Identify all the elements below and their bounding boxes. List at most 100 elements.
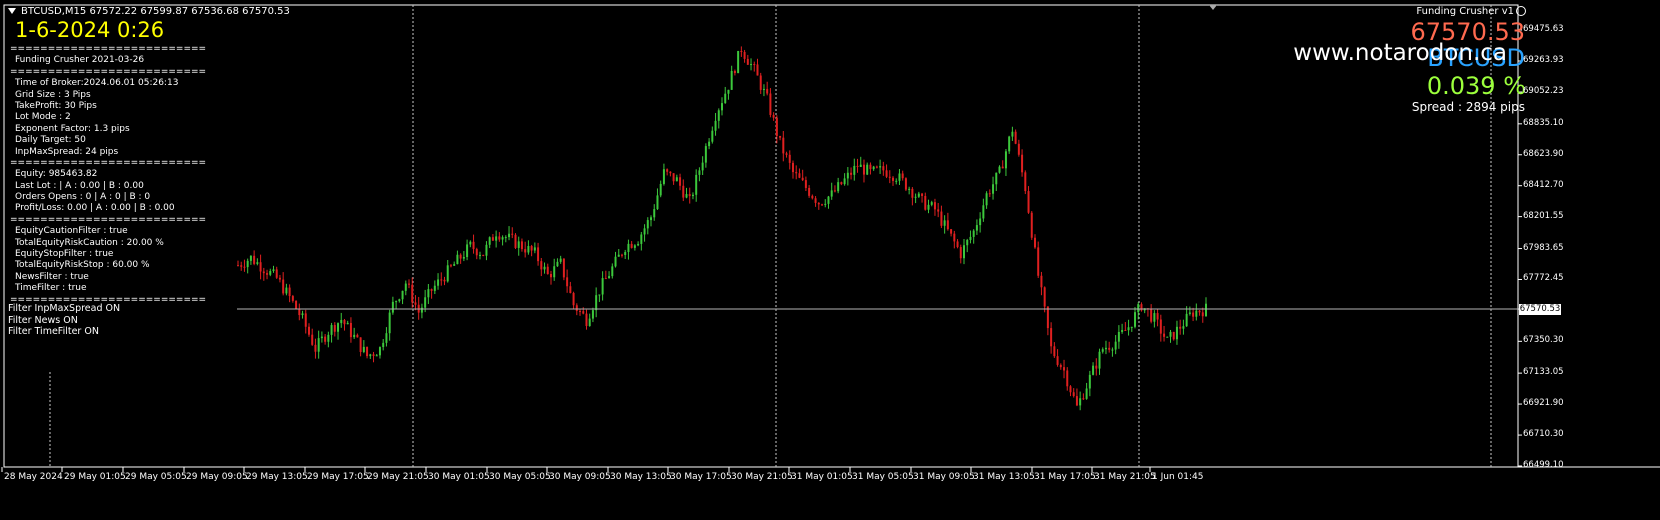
candle-body bbox=[1198, 310, 1201, 313]
candle-body bbox=[524, 249, 527, 253]
candle-body bbox=[249, 255, 252, 261]
candle-body bbox=[562, 258, 565, 278]
filter-line: Filter InpMaxSpread ON bbox=[8, 303, 121, 314]
candle-body bbox=[517, 241, 520, 248]
candle-body bbox=[1050, 328, 1053, 347]
candle-body bbox=[750, 64, 753, 66]
plot-area[interactable] bbox=[0, 0, 1660, 520]
candle-body bbox=[1075, 396, 1078, 406]
candle-body bbox=[769, 93, 772, 115]
candle-body bbox=[1108, 347, 1111, 350]
candle-body bbox=[869, 164, 872, 170]
candle-body bbox=[553, 266, 556, 278]
candle-body bbox=[688, 194, 691, 197]
percent-change: 0.039 % bbox=[1426, 72, 1526, 100]
shift-marker-icon bbox=[1209, 5, 1217, 10]
price-axis-label: 68835.10 bbox=[1523, 117, 1564, 128]
candle-body bbox=[498, 236, 501, 240]
candle-body bbox=[482, 254, 485, 256]
time-axis-label: 29 May 13:05 bbox=[246, 472, 308, 482]
info-line: EquityCautionFilter : true bbox=[15, 226, 128, 237]
candle-body bbox=[520, 241, 523, 250]
candle-body bbox=[324, 336, 327, 342]
candle-body bbox=[256, 262, 259, 264]
smiley-icon[interactable] bbox=[1516, 6, 1526, 16]
candle-body bbox=[272, 269, 275, 271]
candle-body bbox=[340, 319, 343, 324]
candle-body bbox=[1201, 312, 1204, 317]
candle-body bbox=[408, 283, 411, 285]
candle-body bbox=[420, 307, 423, 313]
candle-body bbox=[1017, 143, 1020, 155]
candle-body bbox=[1104, 347, 1107, 350]
candle-body bbox=[285, 287, 288, 294]
candle-body bbox=[840, 182, 843, 185]
candle-body bbox=[1056, 356, 1059, 365]
candle-body bbox=[698, 170, 701, 175]
candle-body bbox=[888, 176, 891, 178]
filter-line: Filter TimeFilter ON bbox=[8, 326, 99, 337]
candle-body bbox=[288, 287, 291, 297]
candle-body bbox=[385, 333, 388, 343]
time-axis-label: 31 May 21:05 bbox=[1094, 472, 1156, 482]
candle-body bbox=[343, 319, 346, 325]
candle-body bbox=[827, 196, 830, 204]
candle-body bbox=[753, 64, 756, 66]
candle-body bbox=[1079, 398, 1082, 406]
symbol-header: BTCUSD,M15 67572.22 67599.87 67536.68 67… bbox=[8, 6, 290, 17]
info-line: ========================== bbox=[10, 157, 207, 168]
candle-body bbox=[650, 217, 653, 221]
candle-body bbox=[724, 93, 727, 104]
candle-body bbox=[282, 279, 285, 294]
candle-body bbox=[317, 338, 320, 352]
candle-body bbox=[1014, 131, 1017, 144]
candle-body bbox=[601, 278, 604, 295]
candle-body bbox=[856, 165, 859, 167]
candle-body bbox=[995, 172, 998, 185]
candle-body bbox=[1069, 386, 1072, 393]
candle-body bbox=[537, 247, 540, 262]
candle-body bbox=[837, 182, 840, 192]
candle-body bbox=[346, 322, 349, 325]
dropdown-triangle-icon[interactable] bbox=[8, 8, 16, 14]
candle-body bbox=[1040, 275, 1043, 288]
info-line: ========================== bbox=[10, 66, 207, 77]
chart-window[interactable]: BTCUSD,M15 67572.22 67599.87 67536.68 67… bbox=[0, 0, 1660, 520]
candle-body bbox=[795, 172, 798, 174]
candle-body bbox=[940, 211, 943, 226]
candle-body bbox=[933, 202, 936, 210]
candle-body bbox=[411, 284, 414, 303]
candle-body bbox=[462, 256, 465, 259]
time-axis-label: 30 May 01:05 bbox=[428, 472, 490, 482]
candle-body bbox=[579, 310, 582, 312]
candle-body bbox=[1088, 374, 1091, 389]
candle-body bbox=[320, 336, 323, 339]
candle-body bbox=[733, 71, 736, 74]
candle-body bbox=[1121, 329, 1124, 332]
candle-body bbox=[327, 334, 330, 342]
candle-body bbox=[466, 244, 469, 257]
time-axis-label: 30 May 17:05 bbox=[670, 472, 732, 482]
info-line: Last Lot : | A : 0.00 | B : 0.00 bbox=[15, 180, 144, 191]
candle-body bbox=[472, 241, 475, 250]
candle-body bbox=[540, 261, 543, 270]
candle-body bbox=[679, 177, 682, 186]
price-axis-label: 69475.63 bbox=[1523, 24, 1564, 34]
candle-body bbox=[701, 162, 704, 171]
candle-body bbox=[892, 177, 895, 181]
candle-body bbox=[704, 146, 707, 163]
candle-body bbox=[527, 245, 530, 253]
candle-body bbox=[269, 270, 272, 275]
candle-body bbox=[743, 52, 746, 59]
candle-body bbox=[575, 305, 578, 311]
time-axis-label: 29 May 21:05 bbox=[367, 472, 429, 482]
candle-body bbox=[921, 193, 924, 196]
time-axis-label: 29 May 09:05 bbox=[186, 472, 248, 482]
info-line: Profit/Loss: 0.00 | A : 0.00 | B : 0.00 bbox=[15, 203, 175, 214]
candle-body bbox=[762, 88, 765, 90]
candle-body bbox=[427, 289, 430, 298]
candle-body bbox=[353, 334, 356, 338]
candle-body bbox=[514, 234, 517, 248]
candle-body bbox=[885, 170, 888, 177]
ea-name-label: Funding Crusher v1 bbox=[1416, 6, 1526, 17]
